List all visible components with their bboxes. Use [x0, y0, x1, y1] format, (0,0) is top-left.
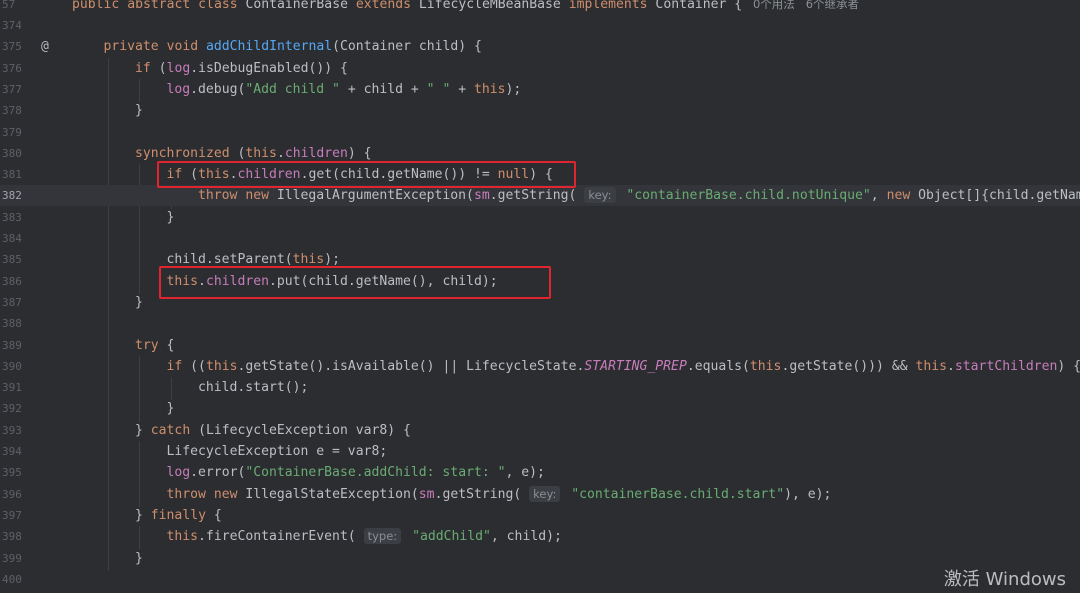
code-line[interactable]: 395 log.error("ContainerBase.addChild: st…	[0, 462, 1080, 483]
line-number: 377	[2, 82, 22, 96]
line-code: this.fireContainerEvent( type: "addChild…	[166, 528, 562, 545]
line-number: 381	[2, 168, 22, 182]
parameter-hint: type:	[363, 528, 402, 545]
line-code: }	[135, 550, 143, 566]
line-number: 396	[2, 487, 22, 501]
line-code: log.error("ContainerBase.addChild: start…	[166, 465, 545, 481]
code-line[interactable]: 400	[0, 569, 1080, 590]
usages-hint[interactable]: 0个用法 6个继承者	[753, 0, 859, 15]
line-number: 376	[2, 61, 22, 75]
line-number: 375	[2, 40, 22, 54]
line-code: child.start();	[198, 380, 309, 396]
line-code: if (log.isDebugEnabled()) {	[135, 60, 348, 76]
line-number: 400	[2, 572, 22, 586]
code-line[interactable]: 399}	[0, 548, 1080, 569]
line-number: 391	[2, 381, 22, 395]
line-number: 386	[2, 274, 22, 288]
line-number: 398	[2, 530, 22, 544]
line-number: 392	[2, 402, 22, 416]
code-editor[interactable]: 57 public abstract class ContainerBase ex…	[0, 0, 1080, 593]
code-line[interactable]: 379	[0, 122, 1080, 143]
line-code: }	[166, 401, 175, 417]
line-code: LifecycleException e = var8;	[166, 444, 388, 459]
code-line[interactable]: 375 @ private void addChildInternal(Contai…	[0, 36, 1080, 57]
line-number: 378	[2, 104, 22, 118]
line-number: 399	[2, 551, 22, 565]
code-line[interactable]: 390 if ((this.getState().isAvailable() ||…	[0, 356, 1080, 377]
line-code: if ((this.getState().isAvailable() || Li…	[166, 358, 1080, 374]
code-line[interactable]: 391 child.start();	[0, 377, 1080, 398]
code-line[interactable]: 397 } finally {	[0, 505, 1080, 526]
code-line[interactable]: 384	[0, 228, 1080, 249]
line-number: 387	[2, 295, 22, 309]
line-number: 395	[2, 466, 22, 480]
line-code: }	[166, 209, 175, 225]
line-code: try {	[135, 337, 175, 353]
parameter-hint: key:	[529, 485, 561, 502]
highlight-box-children-put	[159, 266, 551, 299]
line-code: throw new IllegalStateException(sm.getSt…	[166, 485, 832, 502]
code-line[interactable]: 396 throw new IllegalStateException(sm.ge…	[0, 484, 1080, 505]
line-code: public abstract class ContainerBase exte…	[72, 0, 743, 12]
code-line[interactable]: 377 log.debug("Add child " + child + " " …	[0, 79, 1080, 100]
line-number: 394	[2, 445, 22, 458]
code-line[interactable]: 388	[0, 313, 1080, 334]
code-line[interactable]: 398 this.fireContainerEvent( type: "addCh…	[0, 526, 1080, 547]
code-line[interactable]: 376 if (log.isDebugEnabled()) {	[0, 58, 1080, 79]
line-number: 383	[2, 210, 22, 224]
line-code: } finally {	[135, 507, 222, 523]
code-line[interactable]: 394 LifecycleException e = var8;	[0, 441, 1080, 462]
line-code: private void addChildInternal(Container …	[103, 39, 482, 55]
line-number: 385	[2, 253, 22, 267]
line-number: 393	[2, 423, 22, 437]
line-number: 397	[2, 508, 22, 522]
line-code: } catch (LifecycleException var8) {	[135, 422, 411, 438]
line-number: 389	[2, 338, 22, 352]
line-code: }	[135, 294, 143, 310]
code-line[interactable]: 383}	[0, 207, 1080, 228]
highlight-box-null-check	[157, 161, 576, 188]
parameter-hint: key:	[584, 187, 616, 204]
line-number: 379	[2, 125, 22, 139]
line-number: 388	[2, 317, 22, 331]
line-code: }	[135, 103, 143, 119]
class-declaration-line[interactable]: 57 public abstract class ContainerBase ex…	[0, 0, 1080, 15]
line-number: 380	[2, 146, 22, 160]
code-line[interactable]: 378}	[0, 100, 1080, 121]
code-line[interactable]: 392}	[0, 398, 1080, 419]
line-number: 57	[2, 0, 16, 11]
line-code: throw new IllegalArgumentException(sm.ge…	[198, 187, 1080, 204]
line-number: 382	[2, 189, 22, 203]
line-number: 390	[2, 359, 22, 373]
code-line[interactable]: 393 } catch (LifecycleException var8) {	[0, 420, 1080, 441]
code-line[interactable]: 389 try {	[0, 335, 1080, 356]
line-number: 374	[2, 19, 22, 32]
line-code: log.debug("Add child " + child + " " + t…	[166, 81, 522, 97]
code-line[interactable]: 374	[0, 15, 1080, 36]
override-marker-icon[interactable]: @	[41, 36, 49, 57]
line-number: 384	[2, 232, 22, 245]
code-line[interactable]: 382 throw new IllegalArgumentException(sm…	[0, 185, 1080, 207]
activation-watermark: 激活 Windows	[943, 569, 1066, 590]
